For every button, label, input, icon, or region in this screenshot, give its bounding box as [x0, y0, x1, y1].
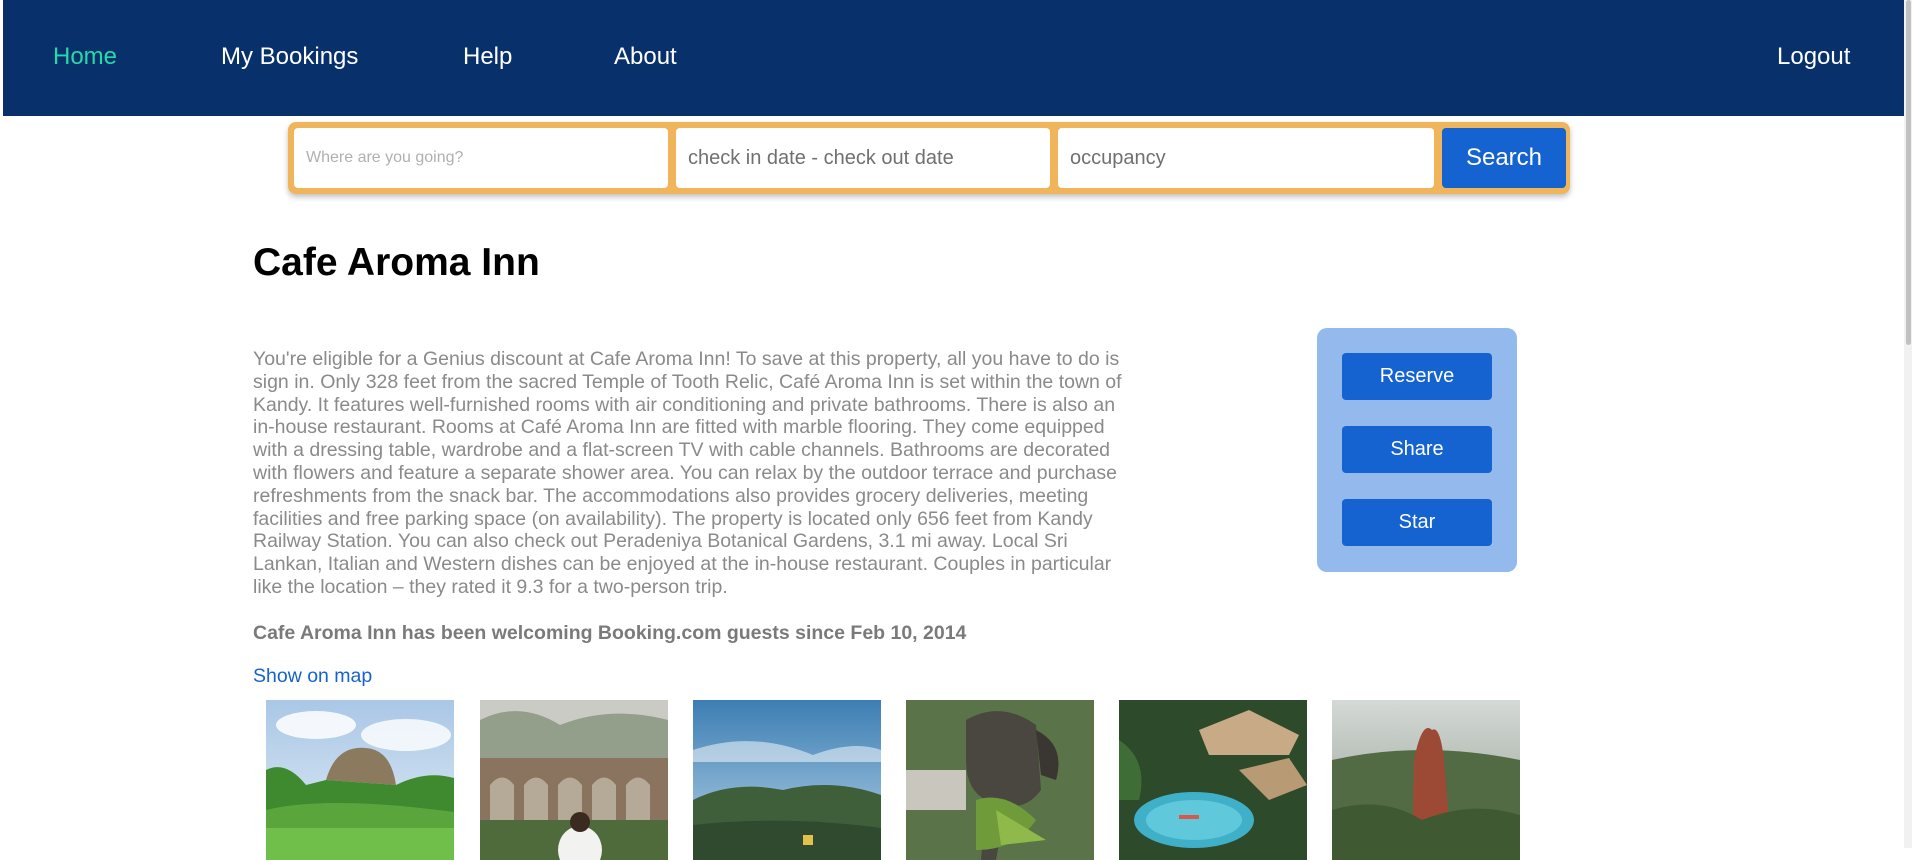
nav-home-link[interactable]: Home — [53, 43, 117, 71]
reserve-button[interactable]: Reserve — [1342, 353, 1492, 400]
date-range-input[interactable] — [676, 128, 1050, 188]
rock-peak-jungle-photo[interactable] — [1332, 700, 1520, 860]
show-on-map-link[interactable]: Show on map — [253, 665, 372, 688]
occupancy-input[interactable] — [1058, 128, 1434, 188]
nav-about-link[interactable]: About — [614, 43, 677, 71]
top-navbar: Home My Bookings Help About Logout — [3, 0, 1904, 116]
action-panel: Reserve Share Star — [1317, 328, 1517, 572]
search-button[interactable]: Search — [1442, 128, 1566, 188]
hotel-since-text: Cafe Aroma Inn has been welcoming Bookin… — [253, 622, 967, 644]
share-button[interactable]: Share — [1342, 426, 1492, 473]
nav-logout-link[interactable]: Logout — [1777, 43, 1850, 71]
star-button[interactable]: Star — [1342, 499, 1492, 546]
hotel-title: Cafe Aroma Inn — [253, 241, 540, 284]
nav-my-bookings-link[interactable]: My Bookings — [221, 43, 358, 71]
search-bar: Search — [288, 122, 1570, 194]
destination-input[interactable] — [294, 128, 668, 188]
elephant-photo[interactable] — [906, 700, 1094, 860]
kandy-lake-view-photo[interactable] — [693, 700, 881, 860]
hotel-description: You're eligible for a Genius discount at… — [253, 348, 1122, 598]
pool-villa-photo[interactable] — [1119, 700, 1307, 860]
nine-arch-bridge-photo[interactable] — [480, 700, 668, 860]
scrollbar-thumb[interactable] — [1906, 0, 1911, 345]
page-scrollbar[interactable] — [1904, 0, 1912, 848]
nav-help-link[interactable]: Help — [463, 43, 512, 71]
sigiriya-rock-photo[interactable] — [266, 700, 454, 860]
